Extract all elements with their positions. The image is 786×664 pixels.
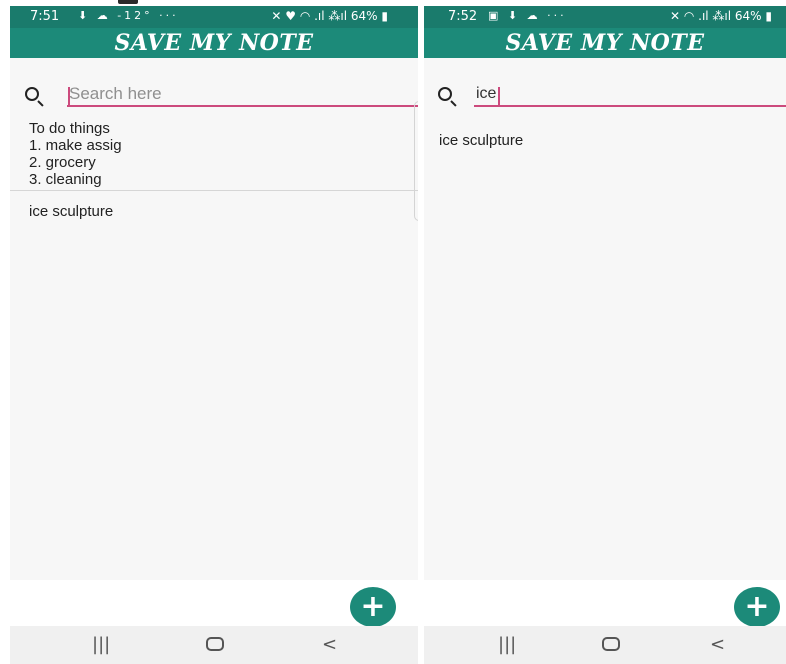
note-line: 1. make assig xyxy=(29,137,122,154)
note-item[interactable]: To do things 1. make assig 2. grocery 3.… xyxy=(10,116,418,191)
note-item[interactable]: ice sculpture xyxy=(424,128,786,153)
note-line: To do things xyxy=(29,120,110,137)
status-time: 7:51 xyxy=(30,9,60,24)
scroll-indicator[interactable] xyxy=(414,101,418,221)
back-icon[interactable]: < xyxy=(322,634,337,655)
system-nav-bar: ||| < xyxy=(424,626,786,664)
text-cursor xyxy=(498,87,500,105)
status-notification-icons: ⬇ ☁ -12° ··· xyxy=(78,9,179,22)
back-icon[interactable]: < xyxy=(710,634,725,655)
app-title: SAVE MY NOTE xyxy=(114,30,314,56)
home-shape xyxy=(206,637,224,651)
search-row xyxy=(424,78,786,108)
recents-icon[interactable]: ||| xyxy=(498,634,516,655)
note-item[interactable]: ice sculpture xyxy=(10,191,418,224)
phone-screen-after-search: 7:52 ▣ ⬇ ☁ ··· ✕ ◠ .ıl ⁂ıl 64% ▮ SAVE MY… xyxy=(424,6,786,664)
status-bar: 7:51 ⬇ ☁ -12° ··· ✕ ♥ ◠ .ıl ⁂ıl 64% ▮ xyxy=(10,6,418,28)
status-signal-battery: ✕ ♥ ◠ .ıl ⁂ıl 64% ▮ xyxy=(271,9,388,23)
bottom-area xyxy=(424,580,786,626)
home-shape xyxy=(602,637,620,651)
home-icon[interactable] xyxy=(602,634,620,656)
search-row xyxy=(10,78,418,108)
status-bar: 7:52 ▣ ⬇ ☁ ··· ✕ ◠ .ıl ⁂ıl 64% ▮ xyxy=(424,6,786,28)
app-bar: SAVE MY NOTE xyxy=(424,28,786,58)
text-cursor xyxy=(68,87,70,105)
add-note-button[interactable]: + xyxy=(734,587,780,627)
phone-screen-before-search: 7:51 ⬇ ☁ -12° ··· ✕ ♥ ◠ .ıl ⁂ıl 64% ▮ SA… xyxy=(10,6,418,664)
search-icon xyxy=(438,87,452,101)
cropped-header-fragment xyxy=(118,0,138,4)
status-time: 7:52 xyxy=(448,9,478,24)
notes-list: To do things 1. make assig 2. grocery 3.… xyxy=(10,116,418,224)
status-notification-icons: ▣ ⬇ ☁ ··· xyxy=(488,9,567,22)
app-bar: SAVE MY NOTE xyxy=(10,28,418,58)
app-title: SAVE MY NOTE xyxy=(505,30,705,56)
home-icon[interactable] xyxy=(206,634,224,656)
note-line: ice sculpture xyxy=(29,203,114,220)
status-signal-battery: ✕ ◠ .ıl ⁂ıl 64% ▮ xyxy=(669,9,772,23)
note-line: 3. cleaning xyxy=(29,171,102,188)
search-icon xyxy=(25,87,39,101)
search-input[interactable] xyxy=(67,83,418,107)
search-input[interactable] xyxy=(474,83,786,107)
notes-list: ice sculpture xyxy=(424,128,786,153)
recents-icon[interactable]: ||| xyxy=(92,634,110,655)
note-line: 2. grocery xyxy=(29,154,96,171)
system-nav-bar: ||| < xyxy=(10,626,418,664)
add-note-button[interactable]: + xyxy=(350,587,396,627)
note-line: ice sculpture xyxy=(439,132,524,149)
